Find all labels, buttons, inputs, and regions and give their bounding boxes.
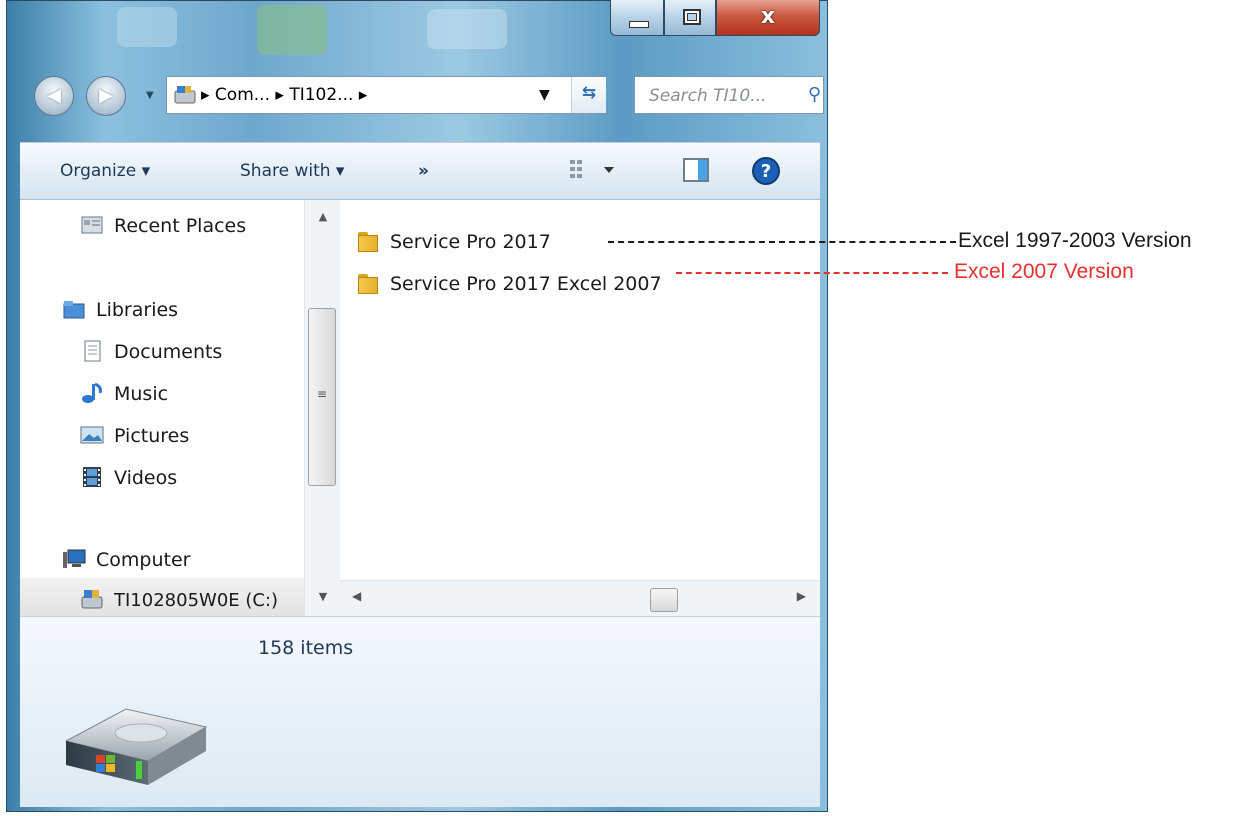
recent-pages-dropdown-icon[interactable]: ▼ (146, 90, 154, 101)
annotation-leader-line (676, 272, 948, 274)
scrollbar-thumb[interactable] (650, 588, 678, 612)
organize-menu[interactable]: Organize ▾ (60, 161, 150, 181)
nav-documents[interactable]: Documents (80, 340, 222, 363)
maximize-button[interactable] (664, 0, 716, 36)
drive-icon (81, 590, 103, 609)
folder-icon (358, 272, 380, 294)
breadcrumb[interactable]: ▸ Com... ▸ TI102... ▸ (201, 85, 367, 105)
navigation-pane-scrollbar[interactable]: ▲ ≡ ▼ (304, 200, 341, 616)
content-area: Recent Places Libraries Documents Music … (20, 200, 820, 617)
address-bar[interactable]: ▸ Com... ▸ TI102... ▸ ▼ ⇆ (166, 76, 606, 114)
documents-icon (84, 340, 101, 362)
file-list-pane: Service Pro 2017 Service Pro 2017 Excel … (340, 200, 820, 617)
navigation-pane: Recent Places Libraries Documents Music … (20, 200, 341, 616)
minimize-icon (629, 21, 649, 28)
scroll-up-arrow-icon[interactable]: ▲ (305, 210, 341, 223)
close-icon: x (760, 4, 776, 29)
scroll-left-arrow-icon[interactable]: ◀ (352, 589, 361, 603)
address-dropdown-icon[interactable]: ▼ (539, 87, 550, 103)
folder-icon (358, 230, 380, 252)
nav-label: Music (114, 383, 169, 405)
nav-label: Pictures (114, 425, 190, 447)
minimize-button[interactable] (610, 0, 664, 36)
details-pane: 158 items (20, 616, 820, 807)
share-with-menu[interactable]: Share with ▾ (240, 161, 344, 181)
forward-button[interactable]: ▶ (86, 76, 126, 116)
pictures-icon (80, 426, 104, 444)
videos-icon (83, 467, 101, 487)
nav-computer[interactable]: Computer (62, 548, 190, 571)
back-button[interactable]: ◀ (34, 76, 74, 116)
nav-label: Videos (114, 467, 178, 489)
file-list-scrollbar[interactable]: ◀ ▶ (340, 580, 820, 617)
background-blur-shape (257, 5, 327, 55)
search-box[interactable]: Search TI10... ⚲ (634, 76, 824, 114)
search-placeholder: Search TI10... (649, 86, 767, 106)
more-commands-button[interactable]: » (418, 161, 429, 181)
svg-text:?: ? (761, 161, 771, 182)
back-arrow-icon: ◀ (47, 85, 61, 106)
nav-label: Computer (96, 549, 191, 571)
annotation-leader-line (608, 241, 956, 243)
grip-icon: ≡ (316, 387, 328, 401)
file-name: Service Pro 2017 Excel 2007 (390, 273, 662, 295)
nav-music[interactable]: Music (80, 382, 168, 405)
annotation-excel-1997-2003: Excel 1997-2003 Version (958, 229, 1192, 252)
nav-videos[interactable]: Videos (80, 466, 177, 489)
file-name: Service Pro 2017 (390, 231, 551, 253)
nav-label: Documents (114, 341, 223, 363)
change-view-button[interactable] (568, 157, 628, 188)
music-icon (82, 382, 102, 403)
scroll-down-arrow-icon[interactable]: ▼ (305, 590, 341, 603)
nav-pictures[interactable]: Pictures (80, 424, 189, 447)
nav-label: Libraries (96, 299, 179, 321)
forward-arrow-icon: ▶ (99, 85, 113, 106)
drive-icon (174, 86, 196, 104)
computer-icon (63, 549, 86, 568)
nav-label: TI102805W0E (C:) (114, 590, 279, 611)
background-blur-shape (427, 9, 507, 49)
nav-drive-c[interactable]: TI102805W0E (C:) (80, 588, 278, 611)
close-button[interactable]: x (716, 0, 820, 36)
preview-pane-button[interactable] (682, 157, 712, 190)
recent-places-icon (81, 216, 103, 234)
preview-pane-icon (683, 158, 709, 182)
refresh-button[interactable]: ⇆ (571, 77, 606, 113)
libraries-icon (63, 301, 85, 319)
refresh-icon: ⇆ (581, 83, 597, 103)
nav-recent-places[interactable]: Recent Places (80, 214, 246, 237)
scroll-right-arrow-icon[interactable]: ▶ (797, 589, 806, 603)
item-count: 158 items (258, 637, 354, 659)
help-button[interactable]: ? (750, 155, 782, 192)
scrollbar-thumb[interactable]: ≡ (308, 308, 336, 486)
annotation-excel-2007: Excel 2007 Version (954, 260, 1134, 283)
maximize-icon (683, 9, 701, 25)
nav-libraries[interactable]: Libraries (62, 298, 178, 321)
command-bar: Organize ▾ Share with ▾ » ? (20, 142, 820, 200)
views-icon (570, 160, 614, 178)
help-icon: ? (752, 157, 780, 185)
nav-label: Recent Places (114, 215, 247, 237)
background-blur-shape (117, 7, 177, 47)
search-icon[interactable]: ⚲ (808, 84, 821, 105)
caption-buttons: x (610, 0, 822, 38)
hard-drive-icon (64, 708, 208, 785)
file-item[interactable]: Service Pro 2017 (358, 230, 551, 253)
file-item[interactable]: Service Pro 2017 Excel 2007 (358, 272, 662, 295)
